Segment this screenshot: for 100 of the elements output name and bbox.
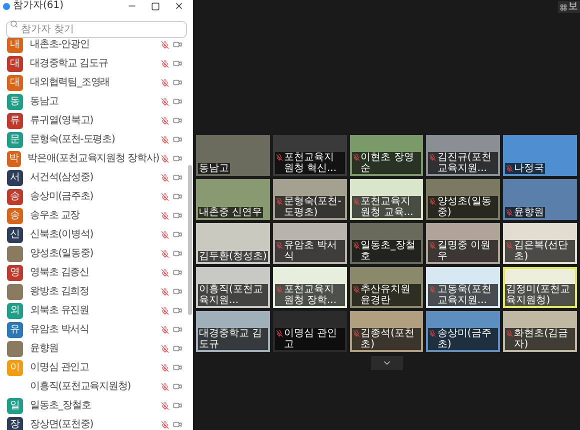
video-tile[interactable]: 김정미(포천교육지원청) [503,267,577,308]
muted-mic-icon[interactable] [161,98,169,106]
avatar: 신 [7,226,23,242]
participant-row[interactable]: 서 서건석(삼성중) [0,168,188,187]
participant-name: 영북초 김종신 [30,268,89,278]
muted-mic-icon[interactable] [161,268,169,276]
video-tile[interactable]: 김두환(청성초) [196,223,270,264]
participant-row[interactable]: 양성초(일동중) [0,244,188,263]
participant-name: 동남고 [30,96,58,106]
view-button[interactable]: 보 [558,1,580,13]
participant-row[interactable]: 내 내촌초-안광인 [0,35,188,54]
maximize-icon[interactable] [151,2,160,10]
camera-icon[interactable] [173,135,182,144]
participant-row[interactable]: 영 영북초 김종신 [0,263,188,282]
camera-icon[interactable] [173,116,182,125]
muted-mic-icon[interactable] [161,326,169,334]
video-tile[interactable]: 김진규(포천교육지원... [426,135,500,176]
camera-icon[interactable] [173,325,182,334]
camera-icon[interactable] [173,363,182,372]
muted-mic-icon[interactable] [161,306,169,314]
muted-mic-icon[interactable] [161,78,169,86]
muted-mic-icon[interactable] [161,60,169,68]
participant-row[interactable]: 류 류귀열(영북고) [0,111,188,130]
camera-icon[interactable] [173,401,182,410]
muted-mic-icon[interactable] [161,288,169,296]
muted-mic-icon[interactable] [161,344,169,352]
participant-row[interactable]: 외 외북초 유진원 [0,301,188,320]
video-tile[interactable]: 일동초_장철호 [350,223,424,264]
participant-row[interactable]: 대 대경중학교 김도규 [0,54,188,73]
participant-row[interactable]: 일 일동초_장철호 [0,396,188,415]
video-tile[interactable]: 이명심 관인고 [272,311,347,352]
camera-icon[interactable] [173,382,182,391]
video-tile[interactable]: 송상미(금주초) [426,311,500,352]
participant-row[interactable]: 장 장상면(포천중) [0,415,188,430]
video-tile[interactable]: 동남고 [196,135,270,176]
video-tile[interactable]: 나정국 [503,135,577,176]
scrollbar-thumb[interactable] [188,165,192,315]
video-tile[interactable]: 김종석(포천초) [350,311,424,352]
participant-row[interactable]: 왕방초 김희정 [0,282,188,301]
participant-row[interactable]: 유 유암초 박서식 [0,320,188,339]
video-tile[interactable]: 김은복(선단초) [503,223,577,264]
camera-icon[interactable] [173,97,182,106]
video-tile[interactable]: 추산유치원 윤경란 [350,267,424,308]
avatar: 송 [7,208,23,224]
video-tile[interactable]: 문형숙(포천-도평초) [272,179,347,220]
camera-icon[interactable] [173,249,182,258]
muted-mic-icon[interactable] [161,382,169,390]
muted-mic-icon[interactable] [161,250,169,258]
muted-mic-icon[interactable] [161,136,169,144]
camera-icon[interactable] [173,230,182,239]
muted-mic-icon[interactable] [161,212,169,220]
video-tile[interactable]: 유암초 박서식 [272,223,347,264]
search-field[interactable]: 참가자 찾기 [6,21,187,38]
video-tile[interactable]: 고동욱(포천교육지원... [426,267,500,308]
video-tile[interactable]: 양성초(일동중) [426,179,500,220]
camera-icon[interactable] [173,154,182,163]
muted-mic-icon[interactable] [161,40,169,48]
participant-row[interactable]: 문 문형숙(포천-도평초) [0,130,188,149]
video-tile[interactable]: 내촌중 신연우 [196,179,270,220]
video-tile[interactable]: 이현초 장영순 [350,135,424,176]
camera-icon[interactable] [173,192,182,201]
participant-row[interactable]: 박 박은애(포천교육지원청 장학사) [0,149,188,168]
camera-icon[interactable] [173,173,182,182]
muted-mic-icon[interactable] [161,364,169,372]
participant-row[interactable]: 송 송우초 교장 [0,206,188,225]
video-tile[interactable]: 포천교육지원청 교육... [350,179,424,220]
muted-mic-icon[interactable] [161,154,169,162]
participant-row[interactable]: 이흥직(포천교육지원청) [0,377,188,396]
close-icon[interactable] [174,1,184,11]
participant-row[interactable]: 이 이명심 관인고 [0,358,188,377]
video-tile[interactable]: 포천교육지원청 혁신... [272,135,347,176]
muted-mic-icon[interactable] [161,116,169,124]
participant-row[interactable]: 윤향원 [0,339,188,358]
tile-name-label: 포천교육지원청 교육... [352,196,422,218]
muted-mic-icon[interactable] [161,230,169,238]
muted-mic-icon[interactable] [161,402,169,410]
camera-icon[interactable] [173,59,182,68]
camera-icon[interactable] [173,287,182,296]
video-tile[interactable]: 길명중 이원우 [426,223,500,264]
camera-icon[interactable] [173,420,182,429]
muted-mic-icon[interactable] [161,192,169,200]
participant-row[interactable]: 신 신북초(이병석) [0,225,188,244]
participant-row[interactable]: 송 송상미(금주초) [0,187,188,206]
participant-row[interactable]: 동 동남고 [0,92,188,111]
video-tile[interactable]: 화현초(김금자) [503,311,577,352]
muted-mic-icon[interactable] [161,174,169,182]
participant-row[interactable]: 대 대외협력팀_조영래 [0,73,188,92]
video-tile[interactable]: 대경중학교 김도규 [196,311,270,352]
camera-icon[interactable] [173,268,182,277]
video-tile[interactable]: 윤향원 [503,179,577,220]
camera-icon[interactable] [173,211,182,220]
camera-icon[interactable] [173,40,182,49]
window-title: 참가자(61) [13,1,64,11]
camera-icon[interactable] [173,306,182,315]
camera-icon[interactable] [173,344,182,353]
video-tile[interactable]: 이흥직(포천교육지원... [196,267,270,308]
camera-icon[interactable] [173,78,182,87]
muted-mic-icon[interactable] [161,420,169,428]
video-tile[interactable]: 포천교육지원청 장학... [272,267,347,308]
participant-name: 이흥직(포천교육지원청) [30,382,131,392]
